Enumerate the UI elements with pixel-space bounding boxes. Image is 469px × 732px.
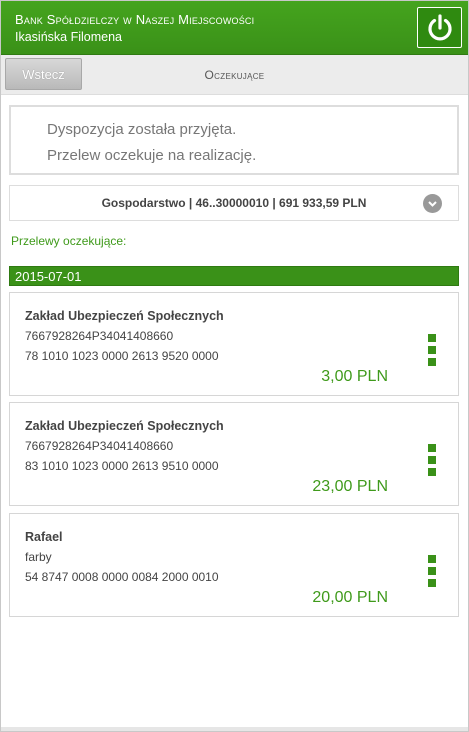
transfer-account-number: 54 8747 0008 0000 0084 2000 0010 — [25, 570, 219, 584]
toolbar: Wstecz Oczekujące — [1, 55, 468, 95]
transfer-item[interactable]: Zakład Ubezpieczeń Społecznych 766792826… — [9, 292, 459, 396]
user-name: Ikasińska Filomena — [15, 30, 122, 44]
transfer-title: 7667928264P34041408660 — [25, 329, 174, 343]
app-header: Bank Spółdzielczy w Naszej Miejscowości … — [1, 1, 468, 55]
confirmation-line-2: Przelew oczekuje na realizację. — [47, 147, 257, 164]
transfer-amount: 3,00 PLN — [321, 368, 388, 385]
transfer-recipient: Rafael — [25, 530, 63, 544]
account-selector[interactable]: Gospodarstwo | 46..30000010 | 691 933,59… — [9, 185, 459, 221]
transfer-title: farby — [25, 550, 52, 564]
transfer-item[interactable]: Zakład Ubezpieczeń Społecznych 766792826… — [9, 402, 459, 506]
pending-transfers-label: Przelewy oczekujące: — [11, 234, 127, 248]
more-vertical-icon[interactable] — [428, 334, 438, 366]
bottom-divider — [1, 727, 468, 731]
transfer-item[interactable]: Rafael farby 54 8747 0008 0000 0084 2000… — [9, 513, 459, 617]
transfer-amount: 23,00 PLN — [312, 478, 388, 495]
page-title: Oczekujące — [204, 68, 265, 82]
transfer-title: 7667928264P34041408660 — [25, 439, 174, 453]
chevron-down-icon[interactable] — [423, 194, 442, 213]
bank-name: Bank Spółdzielczy w Naszej Miejscowości — [15, 12, 255, 27]
transfer-recipient: Zakład Ubezpieczeń Społecznych — [25, 309, 224, 323]
more-vertical-icon[interactable] — [428, 444, 438, 476]
logout-button[interactable] — [417, 7, 462, 48]
power-icon — [427, 13, 452, 40]
confirmation-message: Dyspozycja została przyjęta. Przelew ocz… — [9, 105, 459, 175]
transfer-recipient: Zakład Ubezpieczeń Społecznych — [25, 419, 224, 433]
transfer-account-number: 78 1010 1023 0000 2613 9520 0000 — [25, 349, 219, 363]
transfer-amount: 20,00 PLN — [312, 589, 388, 606]
transfer-account-number: 83 1010 1023 0000 2613 9510 0000 — [25, 459, 219, 473]
confirmation-line-1: Dyspozycja została przyjęta. — [47, 121, 237, 138]
date-group-header: 2015-07-01 — [9, 266, 459, 286]
account-selector-label: Gospodarstwo | 46..30000010 | 691 933,59… — [101, 196, 367, 210]
more-vertical-icon[interactable] — [428, 555, 438, 587]
